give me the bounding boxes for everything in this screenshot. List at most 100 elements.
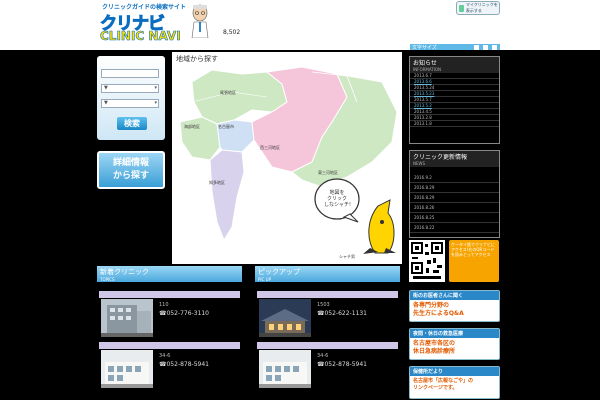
chevron-down-icon: ▾: [154, 85, 157, 91]
banner-emergency-line1: 名古屋市各区の: [413, 340, 456, 347]
area-map-panel: 地域から探す 尾張地区 海部地区 名古屋市 知多地区 西三河地区 東三河地区 地…: [172, 52, 402, 264]
pickup-card[interactable]: 1503 ☎052-622-1131: [257, 299, 398, 339]
new-clinics-subtitle: TOPICS: [100, 277, 115, 282]
clinic-address: 34-6: [159, 353, 171, 359]
clinic-address: 34-6: [317, 353, 329, 359]
region-label-ama: 海部地区: [184, 124, 200, 129]
clinic-phone: ☎052-878-5941: [317, 361, 367, 368]
pickup-title: ピックアップ: [258, 268, 300, 276]
clinic-card[interactable]: 110 ☎052-776-3110: [99, 299, 240, 339]
news-header: お知らせ INFORMATION: [410, 57, 499, 73]
new-clinics-title: 新着クリニック: [100, 268, 149, 276]
font-size-label: 文字サイズ: [412, 45, 437, 51]
detail-search-line1: 詳細情報: [112, 158, 149, 168]
keyword-input[interactable]: [101, 69, 159, 78]
region-label-owari: 尾張地区: [220, 90, 236, 95]
font-size-large-button[interactable]: [492, 45, 497, 50]
my-clinic-label: マイクリニックを表示する: [465, 2, 498, 13]
clinic-photo: [101, 350, 153, 388]
clinic-photo: [101, 299, 153, 337]
area-select-value: ▼: [104, 85, 108, 91]
updates-box: クリニック更新情報 NEWS 2016.9.2 2016.8.29 2016.8.2…: [409, 150, 500, 238]
search-button[interactable]: 検索: [117, 117, 147, 130]
pickup-section: ピックアップ PIC UP 1503 ☎052-622-1131 34-6 ☎0…: [255, 266, 400, 400]
news-box: お知らせ INFORMATION 2013.6.7 2013.6.6 2013.5.…: [409, 56, 500, 144]
update-date-item[interactable]: 2016.9.2: [410, 173, 499, 183]
mobile-info: ケータイ版でクリナビにアクセス!右のQRコードを読みとってアクセス: [449, 240, 499, 282]
news-subtitle: INFORMATION: [413, 67, 442, 72]
logo-english: CLINIC NAVI: [100, 29, 181, 44]
page: クリニックガイドの検索サイト クリナビ CLINIC NAVI 8,502 マイ…: [0, 0, 600, 400]
pickup-header: ピックアップ PIC UP: [255, 266, 400, 282]
banner-qa-head: 街のお医者さんに聞く: [410, 291, 499, 300]
update-date-item[interactable]: 2016.8.25: [410, 213, 499, 223]
news-title: お知らせ: [413, 60, 437, 67]
mobile-qr-box[interactable]: ケータイ版でクリナビにアクセス!右のQRコードを読みとってアクセス: [409, 240, 500, 284]
bubble-line-3: しなシャチ!: [324, 202, 352, 208]
font-size-bar: 文字サイズ: [410, 44, 500, 51]
region-label-chita: 知多地区: [209, 180, 225, 185]
map-region-chita[interactable]: [209, 149, 245, 242]
font-size-medium-button[interactable]: [483, 45, 488, 50]
banner-qa-line2: 先生方によるQ&A: [413, 310, 464, 317]
doctor-mascot-icon: [191, 4, 209, 38]
font-size-small-button[interactable]: [474, 45, 479, 50]
mascot-label: シャチ男: [339, 254, 355, 259]
banner-emergency-head: 夜間・休日の救急医療: [410, 329, 499, 338]
clinic-icon: [459, 4, 464, 12]
clinic-card[interactable]: 34-6 ☎052-878-5941: [99, 350, 240, 390]
update-date-item[interactable]: 2016.8.29: [410, 183, 499, 193]
header: クリニックガイドの検索サイト クリナビ CLINIC NAVI 8,502 マイ…: [0, 0, 600, 51]
banner-health-line1: 名古屋市「広報なごや」の: [413, 378, 474, 384]
department-select[interactable]: ▼ ▾: [101, 99, 159, 108]
orca-mascot-icon: [363, 199, 396, 254]
map-bubble-text: 地図を クリック しなシャチ!: [324, 190, 352, 208]
visitor-counter: 8,502: [223, 29, 241, 36]
clinic-address: 110: [159, 302, 169, 308]
updates-title: クリニック更新情報: [413, 154, 468, 161]
update-date-item[interactable]: 2016.8.22: [410, 223, 499, 233]
clinic-phone: ☎052-878-5941: [159, 361, 209, 368]
site-logo[interactable]: クリナビ CLINIC NAVI: [100, 9, 192, 45]
my-clinic-button[interactable]: マイクリニックを表示する: [456, 1, 500, 15]
news-list: 2013.6.7 2013.6.6 2013.5.24 2013.5.23 2013.5…: [410, 73, 499, 127]
banner-health-body: 名古屋市「広報なごや」の リンクページです。: [410, 376, 499, 394]
new-clinics-header: 新着クリニック TOPICS: [97, 266, 242, 282]
banner-qa-body: 各専門分野の 先生方によるQ&A: [410, 300, 499, 320]
detail-search-line2: から探す: [112, 171, 149, 181]
card-strip: [257, 342, 398, 349]
banner-qa-line1: 各専門分野の: [413, 302, 450, 309]
card-strip: [99, 291, 240, 298]
updates-header: クリニック更新情報 NEWS: [410, 151, 499, 167]
clinic-photo: [259, 350, 311, 388]
region-label-nishimikawa: 西三河地区: [260, 145, 280, 150]
pickup-card[interactable]: 34-6 ☎052-878-5941: [257, 350, 398, 390]
update-date-item[interactable]: 2016.8.26: [410, 203, 499, 213]
clinic-phone: ☎052-622-1131: [317, 310, 367, 317]
clinic-address: 1503: [317, 302, 330, 308]
banner-health-center[interactable]: 保健所だより 名古屋市「広報なごや」の リンクページです。: [409, 366, 500, 399]
update-date-item[interactable]: 2016.8.29: [410, 193, 499, 203]
banner-emergency[interactable]: 夜間・休日の救急医療 名古屋市各区の 休日急病診療所: [409, 328, 500, 360]
chevron-down-icon: ▾: [154, 100, 157, 106]
card-strip: [257, 291, 398, 298]
banner-emergency-body: 名古屋市各区の 休日急病診療所: [410, 338, 499, 358]
banner-health-line2: リンクページです。: [413, 385, 458, 391]
region-label-nagoya: 名古屋市: [218, 124, 234, 129]
card-strip: [99, 342, 240, 349]
news-date-item: 2013.1.8: [410, 121, 499, 127]
banner-emergency-line2: 休日急病診療所: [413, 348, 456, 355]
department-select-value: ▼: [104, 100, 108, 106]
search-panel: ▼ ▾ ▼ ▾ 検索: [97, 56, 165, 140]
updates-list: 2016.9.2 2016.8.29 2016.8.29 2016.8.26 2016.…: [410, 167, 499, 233]
new-clinics-section: 新着クリニック TOPICS 110 ☎052-776-3110 34-6 ☎0…: [97, 266, 242, 400]
banner-health-head: 保健所だより: [410, 367, 499, 376]
area-select[interactable]: ▼ ▾: [101, 84, 159, 93]
pickup-subtitle: PIC UP: [258, 277, 271, 282]
banner-qa[interactable]: 街のお医者さんに聞く 各専門分野の 先生方によるQ&A: [409, 290, 500, 322]
updates-subtitle: NEWS: [413, 161, 426, 166]
clinic-phone: ☎052-776-3110: [159, 310, 209, 317]
qr-code-icon: [409, 240, 445, 282]
clinic-photo: [259, 299, 311, 337]
detail-search-button[interactable]: 詳細情報 から探す: [97, 151, 165, 189]
